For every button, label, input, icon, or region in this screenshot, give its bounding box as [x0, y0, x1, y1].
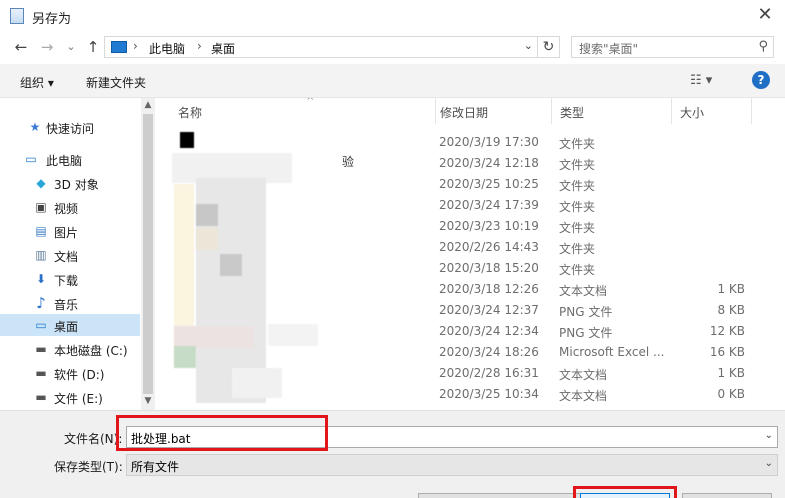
download-icon: ⬇ [35, 272, 47, 286]
breadcrumb-desktop[interactable]: 桌面 [211, 40, 235, 57]
organize-menu[interactable]: 组织 ▾ [20, 74, 54, 91]
command-bar: 组织 ▾ 新建文件夹 ☷ ▾ ? [0, 64, 785, 98]
breadcrumb-this-pc[interactable]: 此电脑 [149, 40, 185, 57]
scroll-up-arrow[interactable]: ▲ [143, 100, 153, 112]
sidebar-scroll-thumb[interactable] [143, 114, 153, 394]
chevron-down-icon[interactable]: ⌄ [765, 458, 773, 469]
window-title: 另存为 [32, 12, 72, 27]
drive-icon: ▬ [35, 342, 47, 356]
breadcrumb-separator: › [197, 39, 202, 53]
table-row[interactable]: 2020/3/24 12:34 PNG 文件 12 KB [162, 321, 785, 342]
table-row[interactable]: 2020/3/24 18:26 Microsoft Excel ... 16 K… [162, 342, 785, 363]
column-header-type[interactable]: 类型 [552, 98, 672, 124]
help-button[interactable]: ? [752, 71, 770, 89]
recent-locations-button[interactable]: ⌄ [60, 37, 82, 57]
table-row[interactable]: 2020/3/19 17:30 文件夹 [162, 132, 785, 153]
new-folder-button[interactable]: 新建文件夹 [86, 74, 146, 91]
title-bar: 另存为 ✕ [0, 0, 785, 32]
table-row[interactable]: 2020/3/23 10:19 文件夹 [162, 216, 785, 237]
star-icon: ★ [29, 120, 41, 134]
sidebar-item-drive-c[interactable]: ▬ 本地磁盘 (C:) [0, 338, 140, 360]
navigation-pane: ★ 快速访问 ▭ 此电脑 ◆ 3D 对象 ▣ 视频 ▤ 图片 ▥ 文档 ⬇ 下载… [0, 98, 155, 410]
search-input[interactable]: 搜索"桌面" ⚲ [571, 36, 774, 58]
highlight-filename [116, 415, 328, 451]
sidebar-item-drive-d[interactable]: ▬ 软件 (D:) [0, 362, 140, 384]
sidebar-item-pictures[interactable]: ▤ 图片 [0, 220, 140, 242]
refresh-button[interactable]: ↻ [538, 36, 560, 58]
drive-icon: ▬ [35, 390, 47, 404]
search-placeholder: 搜索"桌面" [579, 42, 639, 56]
sidebar-item-videos[interactable]: ▣ 视频 [0, 196, 140, 218]
sidebar-item-quick-access[interactable]: ★ 快速访问 [0, 116, 140, 138]
sidebar-item-downloads[interactable]: ⬇ 下载 [0, 268, 140, 290]
sidebar-item-desktop[interactable]: ▭ 桌面 [0, 314, 140, 336]
address-history-dropdown[interactable]: ⌄ [524, 39, 533, 52]
back-button[interactable]: ← [10, 37, 32, 57]
sort-ascending-icon: ^ [306, 98, 315, 107]
document-icon: ▥ [35, 248, 47, 262]
column-header-modified[interactable]: 修改日期 [432, 98, 552, 124]
cube-icon: ◆ [36, 176, 46, 190]
cancel-button[interactable] [682, 493, 772, 498]
music-note-icon: ♪ [36, 294, 46, 312]
table-row[interactable]: 2020/3/24 12:37 PNG 文件 8 KB [162, 300, 785, 321]
sidebar-item-this-pc[interactable]: ▭ 此电脑 [0, 148, 140, 170]
table-row[interactable]: 2020/3/18 15:20 文件夹 [162, 258, 785, 279]
table-row[interactable]: 2020/2/28 16:31 文本文档 1 KB [162, 363, 785, 384]
computer-icon: ▭ [25, 152, 37, 166]
table-row[interactable]: 2020/3/24 12:18 文件夹 [162, 153, 785, 174]
scroll-down-arrow[interactable]: ▼ [143, 396, 153, 408]
filetype-select[interactable]: 所有文件 ⌄ [126, 454, 778, 476]
notepad-icon [10, 8, 24, 24]
file-list: 名称 ^ 修改日期 类型 大小 验 2020/3/19 17:30 文件夹 20… [162, 98, 785, 410]
chevron-down-icon[interactable]: ⌄ [765, 430, 773, 441]
film-icon: ▣ [35, 200, 47, 214]
column-header-name[interactable]: 名称 ^ [170, 98, 436, 124]
table-row[interactable]: 2020/3/24 17:39 文件夹 [162, 195, 785, 216]
navigation-bar: ← → ⌄ ↑ › 此电脑 › 桌面 ⌄ ↻ 搜索"桌面" ⚲ [0, 32, 785, 62]
sidebar-item-drive-e[interactable]: ▬ 文件 (E:) [0, 386, 140, 408]
highlight-save-button [573, 486, 677, 498]
filetype-label: 保存类型(T): [54, 460, 123, 474]
address-bar[interactable]: › 此电脑 › 桌面 ⌄ [104, 36, 538, 58]
up-button[interactable]: ↑ [82, 37, 104, 57]
forward-button[interactable]: → [36, 37, 58, 57]
table-row[interactable]: 2020/3/25 10:25 文件夹 [162, 174, 785, 195]
search-icon: ⚲ [758, 39, 768, 54]
view-options-button[interactable]: ☷ ▾ [690, 73, 712, 88]
sidebar-scrollbar[interactable]: ▲ ▼ [141, 98, 155, 410]
table-row[interactable]: 2020/3/18 12:26 文本文档 1 KB [162, 279, 785, 300]
picture-icon: ▤ [35, 224, 47, 238]
sidebar-item-music[interactable]: ♪ 音乐 [0, 292, 140, 314]
filename-label: 文件名(N): [64, 432, 123, 446]
column-header-size[interactable]: 大小 [672, 98, 752, 124]
this-pc-icon [111, 41, 127, 53]
breadcrumb-separator: › [133, 39, 138, 53]
sidebar-item-documents[interactable]: ▥ 文档 [0, 244, 140, 266]
desktop-icon: ▭ [35, 318, 47, 332]
close-button[interactable]: ✕ [745, 0, 785, 32]
table-row[interactable]: 2020/2/26 14:43 文件夹 [162, 237, 785, 258]
table-row[interactable]: 2020/3/25 10:34 文本文档 0 KB [162, 384, 785, 405]
sidebar-item-3d-objects[interactable]: ◆ 3D 对象 [0, 172, 140, 194]
drive-icon: ▬ [35, 366, 47, 380]
